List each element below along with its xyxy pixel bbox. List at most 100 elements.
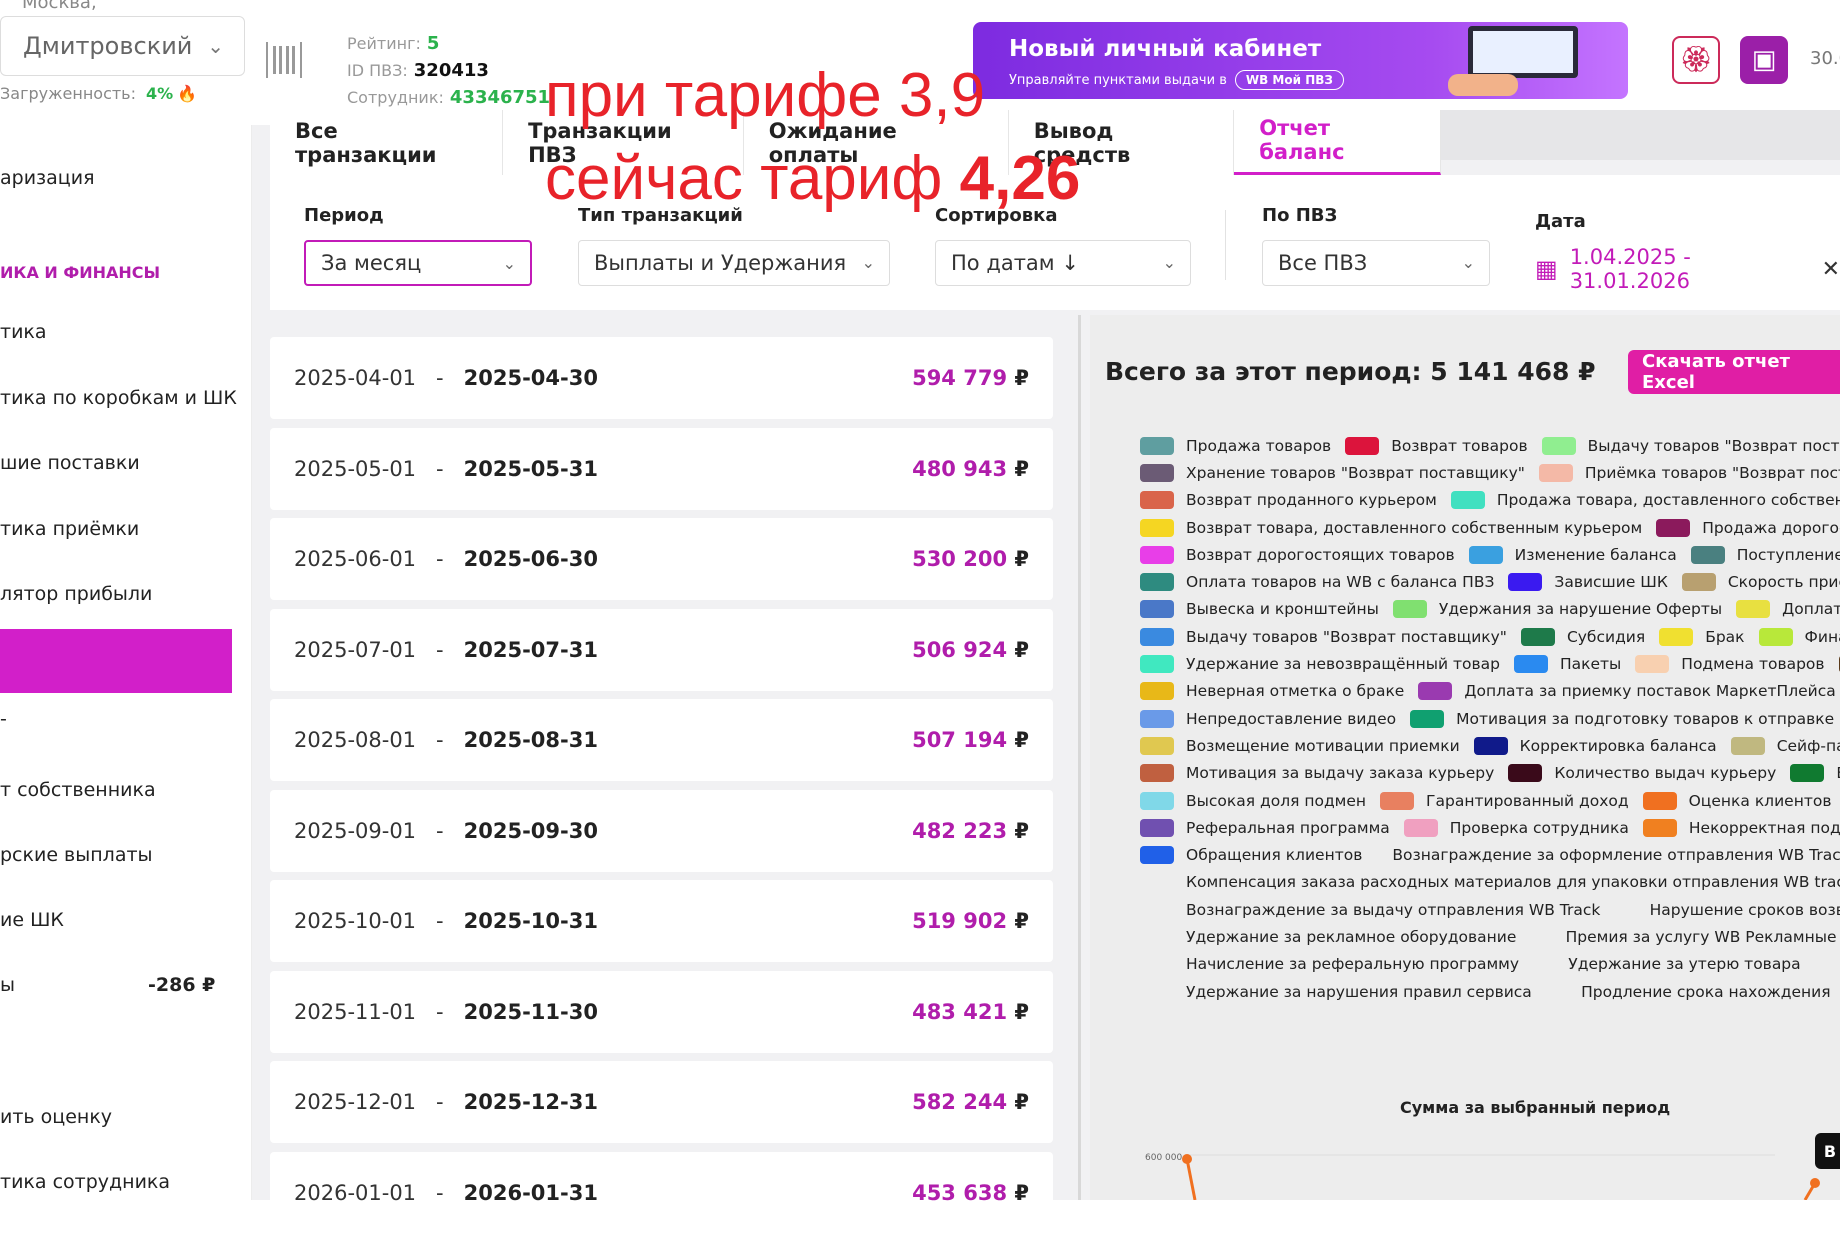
rating-value: 5 [426,33,440,54]
legend-item[interactable]: Возврат товара, доставленного собственны… [1140,518,1643,537]
sidebar-item-active[interactable] [0,629,232,693]
legend-item[interactable]: Хранение товаров "Возврат поставщику" [1140,463,1525,482]
period-end: 2025-10-31 [463,909,598,933]
legend-item[interactable]: Непредоставление видео [1140,709,1396,728]
legend-item[interactable]: Мотивация за выдачу заказа курьеру [1140,764,1494,783]
legend-label: Доплата НДС [1782,600,1840,619]
legend-item[interactable]: Возмещение мотивации приемки [1140,736,1460,755]
legend-item[interactable]: Продажа товара, доставленного собственны… [1450,491,1840,510]
legend-item[interactable]: Возврат дорогостоящих товаров [1140,545,1455,564]
legend-label[interactable]: Удержание за рекламное оборудование Прем… [1186,928,1840,946]
sidebar-item[interactable]: шие поставки [0,452,140,474]
pvz-filter-select[interactable]: Все ПВЗ ⌄ [1262,240,1490,286]
legend-item[interactable]: Продажа товаров [1140,436,1331,455]
legend-item[interactable]: Финансовая [1758,627,1840,646]
sidebar-item[interactable]: рские выплаты [0,844,153,866]
barcode-scan-icon[interactable] [266,42,302,78]
period-row[interactable]: 2025-12-01-2025-12-31 582 244 ₽ [270,1061,1053,1143]
legend-row: Оплата товаров на WB с баланса ПВЗ Зависш… [1140,568,1840,595]
period-row[interactable]: 2025-04-01-2025-04-30 594 779 ₽ [270,337,1053,419]
legend-item[interactable]: Зависшие ШК [1508,573,1668,592]
period-dash: - [436,999,444,1024]
legend-item[interactable]: Скорость приемки [1681,573,1840,592]
legend-item[interactable]: Проверка сотрудника [1403,818,1629,837]
sidebar-item[interactable]: аризация [0,167,95,189]
legend-item[interactable]: Изменение баланса [1468,545,1677,564]
legend-item[interactable]: Оплата товаров на WB с баланса ПВЗ [1140,573,1494,592]
period-row[interactable]: 2025-06-01-2025-06-30 530 200 ₽ [270,518,1053,600]
sidebar-item[interactable]: лятор прибыли [0,583,152,605]
legend-label: Возврат товара, доставленного собственны… [1186,518,1643,537]
legend-item[interactable]: Подмена товаров [1635,655,1825,674]
legend-label[interactable]: Удержание за нарушения правил сервиса Пр… [1186,983,1831,1001]
legend-item[interactable]: Корректировка баланса [1473,736,1717,755]
period-select[interactable]: За месяц ⌄ [304,240,532,286]
legend-item[interactable]: Возврат товаров [1345,436,1528,455]
date-range-picker[interactable]: ▦ 1.04.2025 - 31.01.2026 ✕ [1535,245,1840,293]
legend-item[interactable]: Сейф-пакеты [1730,736,1840,755]
legend-item[interactable]: Некорректная подготовка [1642,818,1840,837]
legend-item[interactable]: Реферальная программа [1140,818,1390,837]
pvz-selector[interactable]: Дмитровский ⌄ [0,16,245,76]
legend-swatch [1140,791,1174,810]
legend-item[interactable]: Возврат проданного курьером [1140,491,1437,510]
legend-label[interactable]: Превышение срока нахождения Отправления … [1186,1010,1840,1012]
period-row[interactable]: 2025-08-01-2025-08-31 507 194 ₽ [270,699,1053,781]
sort-select[interactable]: По датам ↓ ⌄ [935,240,1191,286]
legend-item[interactable]: Продажа дорогостоящих товаров [1656,518,1840,537]
legend-item[interactable]: Брак [1790,764,1840,783]
sidebar-item[interactable]: тика по коробкам и ШК [0,387,237,409]
legend-item[interactable]: Брак [1659,627,1745,646]
promo-pill[interactable]: WB Мой ПВЗ [1234,70,1344,90]
legend-item[interactable]: Выдачу товаров "Возврат поставщику" [1541,436,1840,455]
legend-item[interactable]: Поступление на баланс [1690,545,1840,564]
legend-label: Проверка сотрудника [1449,818,1629,837]
period-row[interactable]: 2025-10-01-2025-10-31 519 902 ₽ [270,880,1053,962]
sidebar-item[interactable]: ы [0,974,15,996]
sidebar-item[interactable]: тика приёмки [0,518,139,540]
legend-item[interactable]: Гарантированный доход [1380,791,1629,810]
tab-balance-report[interactable]: Отчет баланс [1234,110,1441,175]
legend-item[interactable]: Неверная отметка о браке [1140,682,1404,701]
legend-item[interactable]: Выдачу товаров "Возврат поставщику" [1140,627,1507,646]
period-row[interactable]: 2025-11-01-2025-11-30 483 421 ₽ [270,970,1053,1053]
tab-all-transactions[interactable]: Все транзакции [270,110,504,175]
legend-label: Пакеты [1559,655,1622,674]
sidebar-item[interactable]: т собственника [0,779,156,801]
legend-label[interactable]: Вознаграждение за выдачу отправления WB … [1186,901,1840,919]
certificate-icon[interactable]: 🏵 [1672,36,1720,84]
legend-label[interactable]: Начисление за реферальную программу Удер… [1186,955,1801,973]
period-row[interactable]: 2025-05-01-2025-05-31 480 943 ₽ [270,427,1053,510]
legend-item[interactable]: Мотивация за подготовку товаров к отправ… [1410,709,1840,728]
legend-item[interactable]: Доплата за приемку поставок МаркетПлейса [1418,682,1836,701]
period-row[interactable]: 2025-09-01-2025-09-30 482 223 ₽ [270,789,1053,872]
type-select[interactable]: Выплаты и Удержания ⌄ [578,240,890,286]
period-row[interactable]: 2025-07-01-2025-07-31 506 924 ₽ [270,608,1053,691]
legend-item[interactable]: Вознаграждение за оформление отправления… [1392,846,1840,864]
download-excel-button[interactable]: Скачать отчет Excel [1628,350,1840,394]
sidebar-item[interactable]: тика сотрудника [0,1171,170,1193]
legend-label[interactable]: Компенсация заказа расходных материалов … [1186,873,1840,891]
legend-item[interactable]: Вывеска и кронштейны [1140,600,1379,619]
legend-item[interactable]: Обращения клиентов [1140,846,1362,865]
legend-item[interactable]: Субсидия [1520,627,1645,646]
legend-item[interactable]: Высокая доля подмен [1140,791,1366,810]
sidebar-item[interactable]: ить оценку [0,1106,112,1128]
legend-item[interactable]: Приёмка товаров "Возврат поставщику" [1538,463,1840,482]
legend-item[interactable]: Оценка клиентов [1642,791,1831,810]
sidebar-item[interactable]: ие ШК [0,909,64,931]
chart-side-button[interactable]: В [1815,1133,1840,1169]
legend-item[interactable]: Пакеты [1513,655,1622,674]
clear-icon[interactable]: ✕ [1822,257,1840,282]
period-start: 2025-10-01 [294,909,417,933]
legend-item[interactable]: Доплата НДС [1736,600,1840,619]
period-row[interactable]: 2026-01-01-2026-01-31 453 638 ₽ [270,1151,1053,1234]
legend-item[interactable]: Удержание за невозвращённый товар [1140,655,1500,674]
legend-item[interactable]: Удержания за нарушение Оферты [1392,600,1722,619]
new-cabinet-banner[interactable]: Новый личный кабинет Управляйте пунктами… [973,22,1628,99]
sidebar-item[interactable]: - [0,708,7,730]
wallet-icon[interactable]: ▣ [1740,36,1788,84]
legend-swatch [1418,682,1453,701]
sidebar-item[interactable]: тика [0,321,47,343]
legend-item[interactable]: Количество выдач курьеру [1508,764,1776,783]
